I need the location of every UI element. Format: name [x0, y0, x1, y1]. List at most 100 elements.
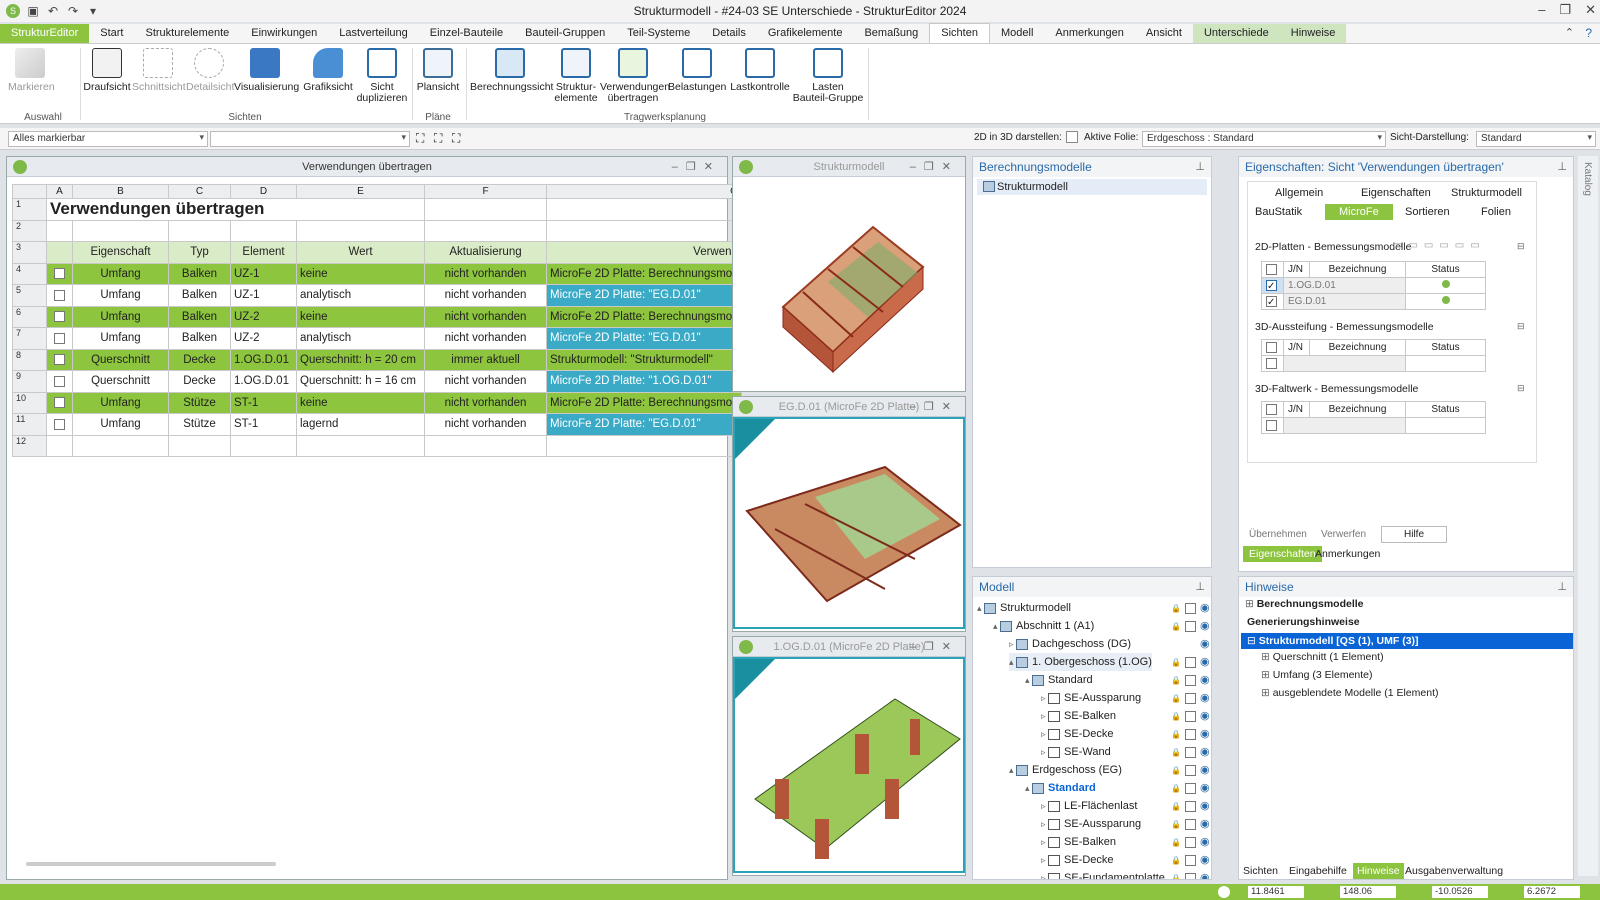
cell-aktualisierung[interactable]: nicht vorhanden: [424, 262, 547, 285]
uebernehmen-button[interactable]: Übernehmen: [1249, 529, 1307, 540]
eye-icon[interactable]: ◉: [1200, 620, 1210, 632]
belastungen-button[interactable]: Belastungen: [668, 48, 726, 93]
cell-wert[interactable]: keine: [296, 391, 425, 414]
row-checkbox-cell[interactable]: [46, 327, 73, 350]
draufsicht-button[interactable]: Draufsicht: [82, 48, 132, 93]
cell-element[interactable]: ST-1: [230, 391, 297, 414]
select-all-checkbox[interactable]: [1266, 403, 1277, 415]
tree-item[interactable]: ▴ Strukturmodell: [977, 599, 1071, 617]
tab-grafikelemente[interactable]: Grafikelemente: [757, 24, 854, 43]
column-header-a[interactable]: A: [46, 184, 73, 199]
table-row[interactable]: 4 Umfang Balken UZ-1 keine nicht vorhanden Mic…: [12, 262, 742, 285]
pin-icon[interactable]: ⊥: [1557, 580, 1567, 593]
cell-typ[interactable]: Decke: [168, 370, 231, 393]
customize-icon[interactable]: ▾: [86, 4, 100, 18]
tree-item[interactable]: ▹ LE-Flächenlast: [1041, 797, 1137, 815]
row-checkbox[interactable]: [54, 289, 65, 301]
column-header-d[interactable]: D: [230, 184, 297, 199]
undo-icon[interactable]: ↶: [46, 4, 60, 18]
visualisierung-button[interactable]: Visualisierung: [234, 48, 299, 93]
cell-verwendung[interactable]: MicroFe 2D Platte: Berechnungsmoc: [546, 391, 742, 414]
table-row[interactable]: 11 Umfang Stütze ST-1 lagernd nicht vorhanden…: [12, 413, 742, 436]
hinweis-berechnungsmodelle[interactable]: ⊞ Berechnungsmodelle: [1245, 598, 1364, 610]
eye-icon[interactable]: ◉: [1200, 692, 1210, 704]
cell-typ[interactable]: Stütze: [168, 413, 231, 436]
row-number[interactable]: 7: [12, 327, 47, 350]
katalog-tab[interactable]: Katalog: [1582, 162, 1593, 196]
expand-icon[interactable]: ▹: [1009, 639, 1016, 649]
tree-item[interactable]: ▴ Standard: [1025, 779, 1096, 797]
hinweis-strukturmodell-selected[interactable]: ⊟ Strukturmodell [QS (1), UMF (3)]: [1241, 633, 1573, 649]
cell-element[interactable]: 1.OG.D.01: [230, 348, 297, 371]
row-checkbox-cell[interactable]: [46, 348, 73, 371]
tab-details[interactable]: Details: [701, 24, 757, 43]
detailsicht-button[interactable]: Detailsicht: [186, 48, 234, 93]
visibility-checkbox[interactable]: [1184, 656, 1196, 668]
verwendungen-uebertragen-button[interactable]: Verwendungen übertragen: [600, 48, 670, 104]
pin-icon[interactable]: ⊥: [1195, 580, 1205, 593]
expand-icon[interactable]: ▹: [1041, 693, 1048, 703]
visibility-checkbox[interactable]: [1184, 620, 1196, 632]
lock-icon[interactable]: 🔒: [1171, 784, 1181, 793]
tab-einzel-bauteile[interactable]: Einzel-Bauteile: [419, 24, 514, 43]
binoculars-2-icon[interactable]: ⛶: [434, 131, 442, 146]
pin-icon[interactable]: ⊥: [1557, 160, 1567, 173]
view2-window-buttons[interactable]: –❐✕: [910, 397, 959, 417]
expand-icon[interactable]: ▹: [1041, 729, 1048, 739]
table-row[interactable]: 7 Umfang Balken UZ-2 analytisch nicht vorhand…: [12, 327, 742, 350]
tree-item[interactable]: ▹ SE-Balken: [1041, 833, 1116, 851]
expand-icon[interactable]: ▹: [1041, 873, 1048, 879]
row-checkbox-1og[interactable]: ✓: [1266, 279, 1277, 292]
tree-item[interactable]: ▹ SE-Aussparung: [1041, 689, 1141, 707]
row-checkbox[interactable]: [54, 397, 65, 409]
row-checkbox[interactable]: [54, 354, 65, 366]
row-number[interactable]: 1: [12, 198, 47, 221]
collapse-icon[interactable]: ⊟: [1517, 321, 1525, 332]
collapse-ribbon-icon[interactable]: ⌃: [1565, 26, 1574, 39]
tree-item[interactable]: ▹ SE-Decke: [1041, 725, 1114, 743]
row-checkbox[interactable]: [54, 268, 65, 280]
table-row[interactable]: 8 Querschnitt Decke 1.OG.D.01 Querschnitt: h…: [12, 348, 742, 371]
expand-icon[interactable]: ▹: [1041, 801, 1048, 811]
visibility-checkbox[interactable]: [1184, 836, 1196, 848]
row-number[interactable]: 12: [12, 434, 47, 457]
expand-icon[interactable]: ▴: [1025, 783, 1032, 793]
tab-baustatik[interactable]: BauStatik: [1255, 206, 1302, 218]
eye-icon[interactable]: ◉: [1200, 638, 1210, 650]
cell-eigenschaft[interactable]: Umfang: [72, 413, 169, 436]
tab-sortieren[interactable]: Sortieren: [1405, 206, 1450, 218]
cell-eigenschaft[interactable]: Querschnitt: [72, 348, 169, 371]
visibility-checkbox[interactable]: [1184, 764, 1196, 776]
strukturelemente-button[interactable]: Struktur- elemente: [552, 48, 600, 104]
column-header-g[interactable]: G: [546, 184, 742, 199]
row-checkbox-cell[interactable]: [46, 413, 73, 436]
expand-icon[interactable]: ▴: [1009, 765, 1016, 775]
lock-icon[interactable]: 🔒: [1171, 712, 1181, 721]
hinweis-umfang[interactable]: ⊞ Umfang (3 Elemente): [1261, 669, 1373, 681]
cell-aktualisierung[interactable]: immer aktuell: [424, 348, 547, 371]
row-number[interactable]: 11: [12, 413, 47, 436]
tab-eingabehilfe-bottom[interactable]: Eingabehilfe: [1289, 865, 1347, 877]
row-number[interactable]: 2: [12, 219, 47, 242]
row-checkbox[interactable]: [54, 418, 65, 430]
lock-icon[interactable]: 🔒: [1171, 820, 1181, 829]
panel-window-buttons[interactable]: –❐✕: [672, 157, 721, 177]
eye-icon[interactable]: ◉: [1200, 764, 1210, 776]
tab-einwirkungen[interactable]: Einwirkungen: [240, 24, 328, 43]
close-icon[interactable]: ✕: [1585, 2, 1596, 18]
row-checkbox-cell[interactable]: [46, 370, 73, 393]
eye-icon[interactable]: ◉: [1200, 782, 1210, 794]
selection-filter-combo[interactable]: Alles markierbar: [8, 131, 208, 147]
d2in3d-toggle[interactable]: [1066, 131, 1078, 143]
expand-icon[interactable]: ▹: [1041, 855, 1048, 865]
tree-item[interactable]: ▹ SE-Decke: [1041, 851, 1114, 869]
cell-aktualisierung[interactable]: nicht vorhanden: [424, 391, 547, 414]
schnittsicht-button[interactable]: Schnittsicht: [132, 48, 186, 93]
lock-icon[interactable]: 🔒: [1171, 802, 1181, 811]
verwerfen-button[interactable]: Verwerfen: [1321, 529, 1366, 540]
plansicht-button[interactable]: Plansicht: [414, 48, 462, 93]
cell-wert[interactable]: analytisch: [296, 284, 425, 307]
cell-element[interactable]: UZ-1: [230, 284, 297, 307]
cell-eigenschaft[interactable]: Umfang: [72, 391, 169, 414]
lock-icon[interactable]: 🔒: [1171, 766, 1181, 775]
